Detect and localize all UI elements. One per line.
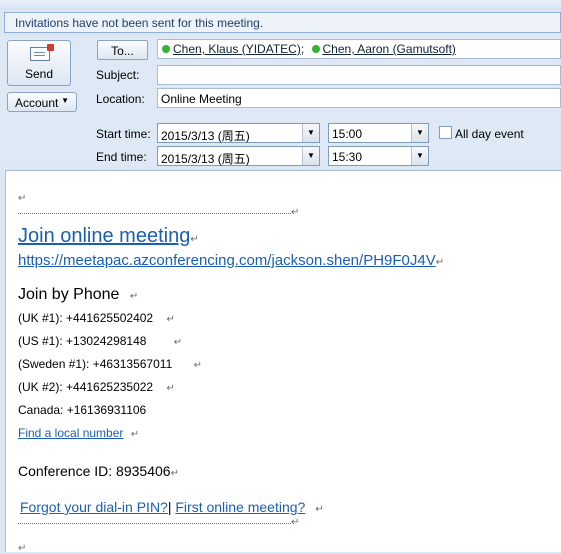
recipient-name: Chen, Klaus (YIDATEC) <box>173 42 301 56</box>
paragraph-mark: ↵ <box>170 468 179 479</box>
conference-id: Conference ID: 8935406 <box>18 463 171 479</box>
location-label: Location: <box>96 92 145 106</box>
first-meeting-link[interactable]: First online meeting? <box>175 499 305 515</box>
end-date-select[interactable]: 2015/3/13 (周五) ▼ <box>157 146 320 166</box>
account-button-label: Account <box>15 96 59 110</box>
phone-line: (US #1): +13024298148 ↵ <box>18 334 182 348</box>
find-local-number-link[interactable]: Find a local number <box>18 426 123 440</box>
info-bar-text: Invitations have not been sent for this … <box>15 16 264 30</box>
dropdown-arrow-icon: ▼ <box>302 147 319 165</box>
phone-number: (Sweden #1): +46313567011 <box>18 357 173 371</box>
join-online-link[interactable]: Join online meeting <box>18 225 190 247</box>
paragraph-mark: ↵ <box>291 207 300 218</box>
paragraph-mark: ↵ <box>129 291 139 302</box>
phone-line: Canada: +16136931106 <box>18 403 146 417</box>
account-button[interactable]: Account ▼ <box>7 92 77 112</box>
window-top-strip <box>0 0 561 10</box>
meeting-url-link[interactable]: https://meetapac.azconferencing.com/jack… <box>18 252 436 269</box>
paragraph-mark: ↵ <box>291 517 300 528</box>
dropdown-arrow-icon: ▼ <box>411 124 428 142</box>
envelope-icon <box>30 44 54 61</box>
phone-number: (UK #1): +441625502402 <box>18 311 154 325</box>
phone-line: (UK #2): +441625235022 ↵ <box>18 380 175 394</box>
start-date-select[interactable]: 2015/3/13 (周五) ▼ <box>157 123 320 143</box>
to-button[interactable]: To... <box>97 40 148 60</box>
end-date-value: 2015/3/13 (周五) <box>161 152 250 166</box>
paragraph-mark: ↵ <box>435 257 445 268</box>
info-bar: Invitations have not been sent for this … <box>4 12 561 33</box>
start-time-label: Start time: <box>96 127 151 141</box>
paragraph-mark: ↵ <box>173 337 183 348</box>
all-day-checkbox[interactable] <box>439 126 452 139</box>
end-time-label: End time: <box>96 150 147 164</box>
presence-icon <box>311 45 320 53</box>
paragraph-mark: ↵ <box>166 383 175 394</box>
separator-line <box>18 213 291 214</box>
link-divider: | <box>167 499 172 515</box>
forgot-pin-link[interactable]: Forgot your dial-in PIN? <box>20 499 168 515</box>
paragraph-mark: ↵ <box>18 193 27 204</box>
dropdown-arrow-icon: ▼ <box>411 147 428 165</box>
chevron-down-icon: ▼ <box>61 96 69 105</box>
subject-field[interactable] <box>157 65 561 85</box>
subject-label: Subject: <box>96 68 140 82</box>
paragraph-mark: ↵ <box>190 234 199 245</box>
phone-number: Canada: +16136931106 <box>18 403 147 417</box>
location-field[interactable]: Online Meeting <box>157 88 561 108</box>
to-button-label: To... <box>111 44 134 58</box>
recipient-separator: ; <box>300 42 305 56</box>
all-day-label: All day event <box>455 127 524 141</box>
paragraph-mark: ↵ <box>130 429 140 440</box>
start-time-select[interactable]: 15:00 ▼ <box>328 123 429 143</box>
recipient[interactable]: Chen, Aaron (Gamutsoft) <box>311 42 456 56</box>
meeting-url-row: https://meetapac.azconferencing.com/jack… <box>18 252 444 269</box>
recipient-name: Chen, Aaron (Gamutsoft) <box>322 42 456 56</box>
find-local-row: Find a local number ↵ <box>18 426 139 440</box>
presence-icon <box>162 45 170 53</box>
recipient[interactable]: Chen, Klaus (YIDATEC); <box>162 42 308 56</box>
message-body[interactable]: ↵ ↵ Join online meeting↵ https://meetapa… <box>5 170 561 554</box>
start-time-value: 15:00 <box>332 127 363 141</box>
help-links-row: Forgot your dial-in PIN?| First online m… <box>20 499 324 515</box>
phone-line: (Sweden #1): +46313567011 ↵ <box>18 357 202 371</box>
to-field[interactable]: Chen, Klaus (YIDATEC); Chen, Aaron (Gamu… <box>157 39 561 59</box>
join-phone-heading: Join by Phone <box>18 286 120 303</box>
end-time-value: 15:30 <box>332 150 363 164</box>
conference-id-row: Conference ID: 8935406↵ <box>18 463 179 479</box>
start-date-value: 2015/3/13 (周五) <box>161 129 250 143</box>
paragraph-mark: ↵ <box>315 504 324 515</box>
send-button-label: Send <box>24 67 54 81</box>
join-online-row: Join online meeting↵ <box>18 225 199 248</box>
separator-line <box>18 523 291 524</box>
phone-number: (US #1): +13024298148 <box>18 334 147 348</box>
dropdown-arrow-icon: ▼ <box>302 124 319 142</box>
paragraph-mark: ↵ <box>193 360 202 371</box>
phone-number: (UK #2): +441625235022 <box>18 380 154 394</box>
send-button[interactable]: Send <box>7 40 71 86</box>
join-phone-row: Join by Phone ↵ <box>18 286 138 304</box>
end-time-select[interactable]: 15:30 ▼ <box>328 146 429 166</box>
paragraph-mark: ↵ <box>166 314 175 325</box>
phone-line: (UK #1): +441625502402 ↵ <box>18 311 175 325</box>
paragraph-mark: ↵ <box>18 543 27 554</box>
